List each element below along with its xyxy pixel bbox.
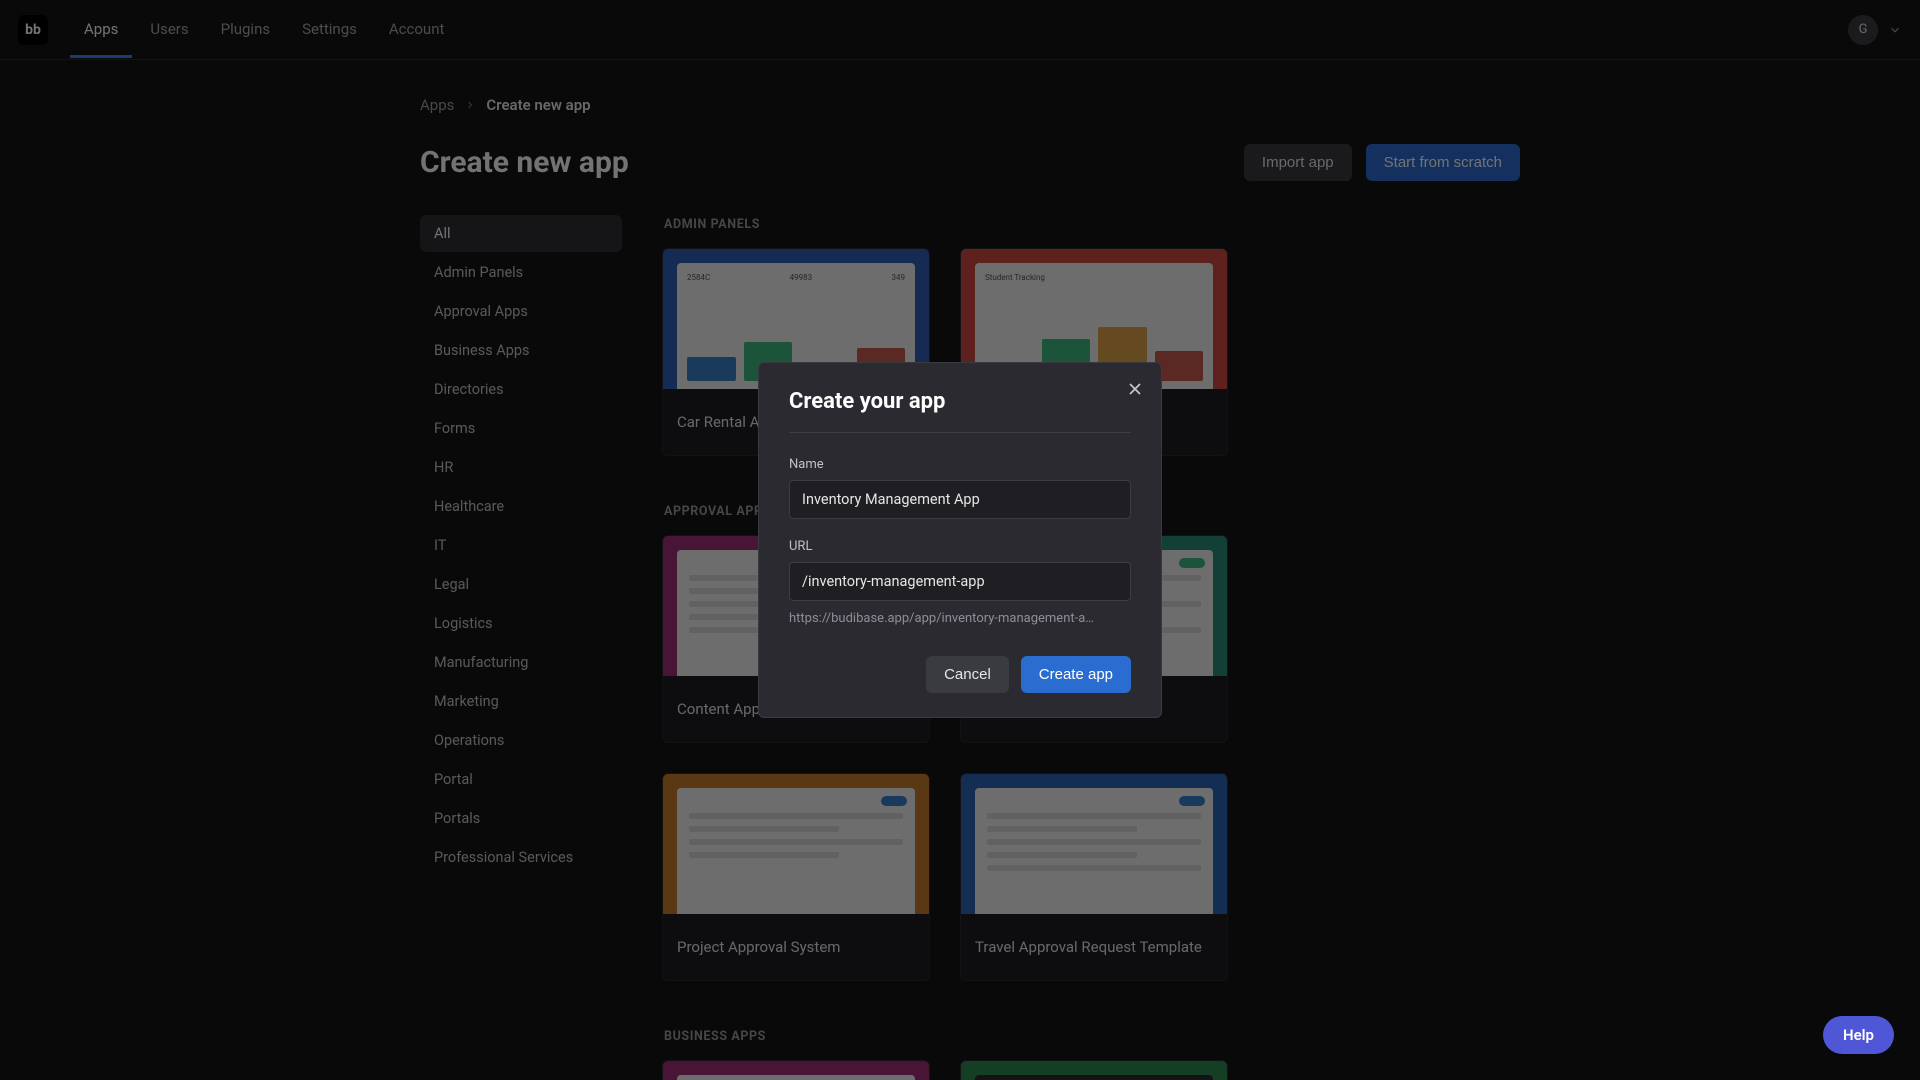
create-app-button[interactable]: Create app <box>1021 656 1131 693</box>
modal-title: Create your app <box>789 389 1131 433</box>
close-icon[interactable] <box>1125 379 1145 399</box>
create-app-modal: Create your app Name URL https://budibas… <box>758 362 1162 718</box>
url-input[interactable] <box>789 562 1131 601</box>
name-label: Name <box>789 457 1131 472</box>
help-button[interactable]: Help <box>1823 1016 1894 1054</box>
name-input[interactable] <box>789 480 1131 519</box>
modal-overlay[interactable]: Create your app Name URL https://budibas… <box>0 0 1920 1080</box>
cancel-button[interactable]: Cancel <box>926 656 1009 693</box>
modal-actions: Cancel Create app <box>789 656 1131 693</box>
url-hint: https://budibase.app/app/inventory-manag… <box>789 611 1131 626</box>
url-label: URL <box>789 539 1131 554</box>
